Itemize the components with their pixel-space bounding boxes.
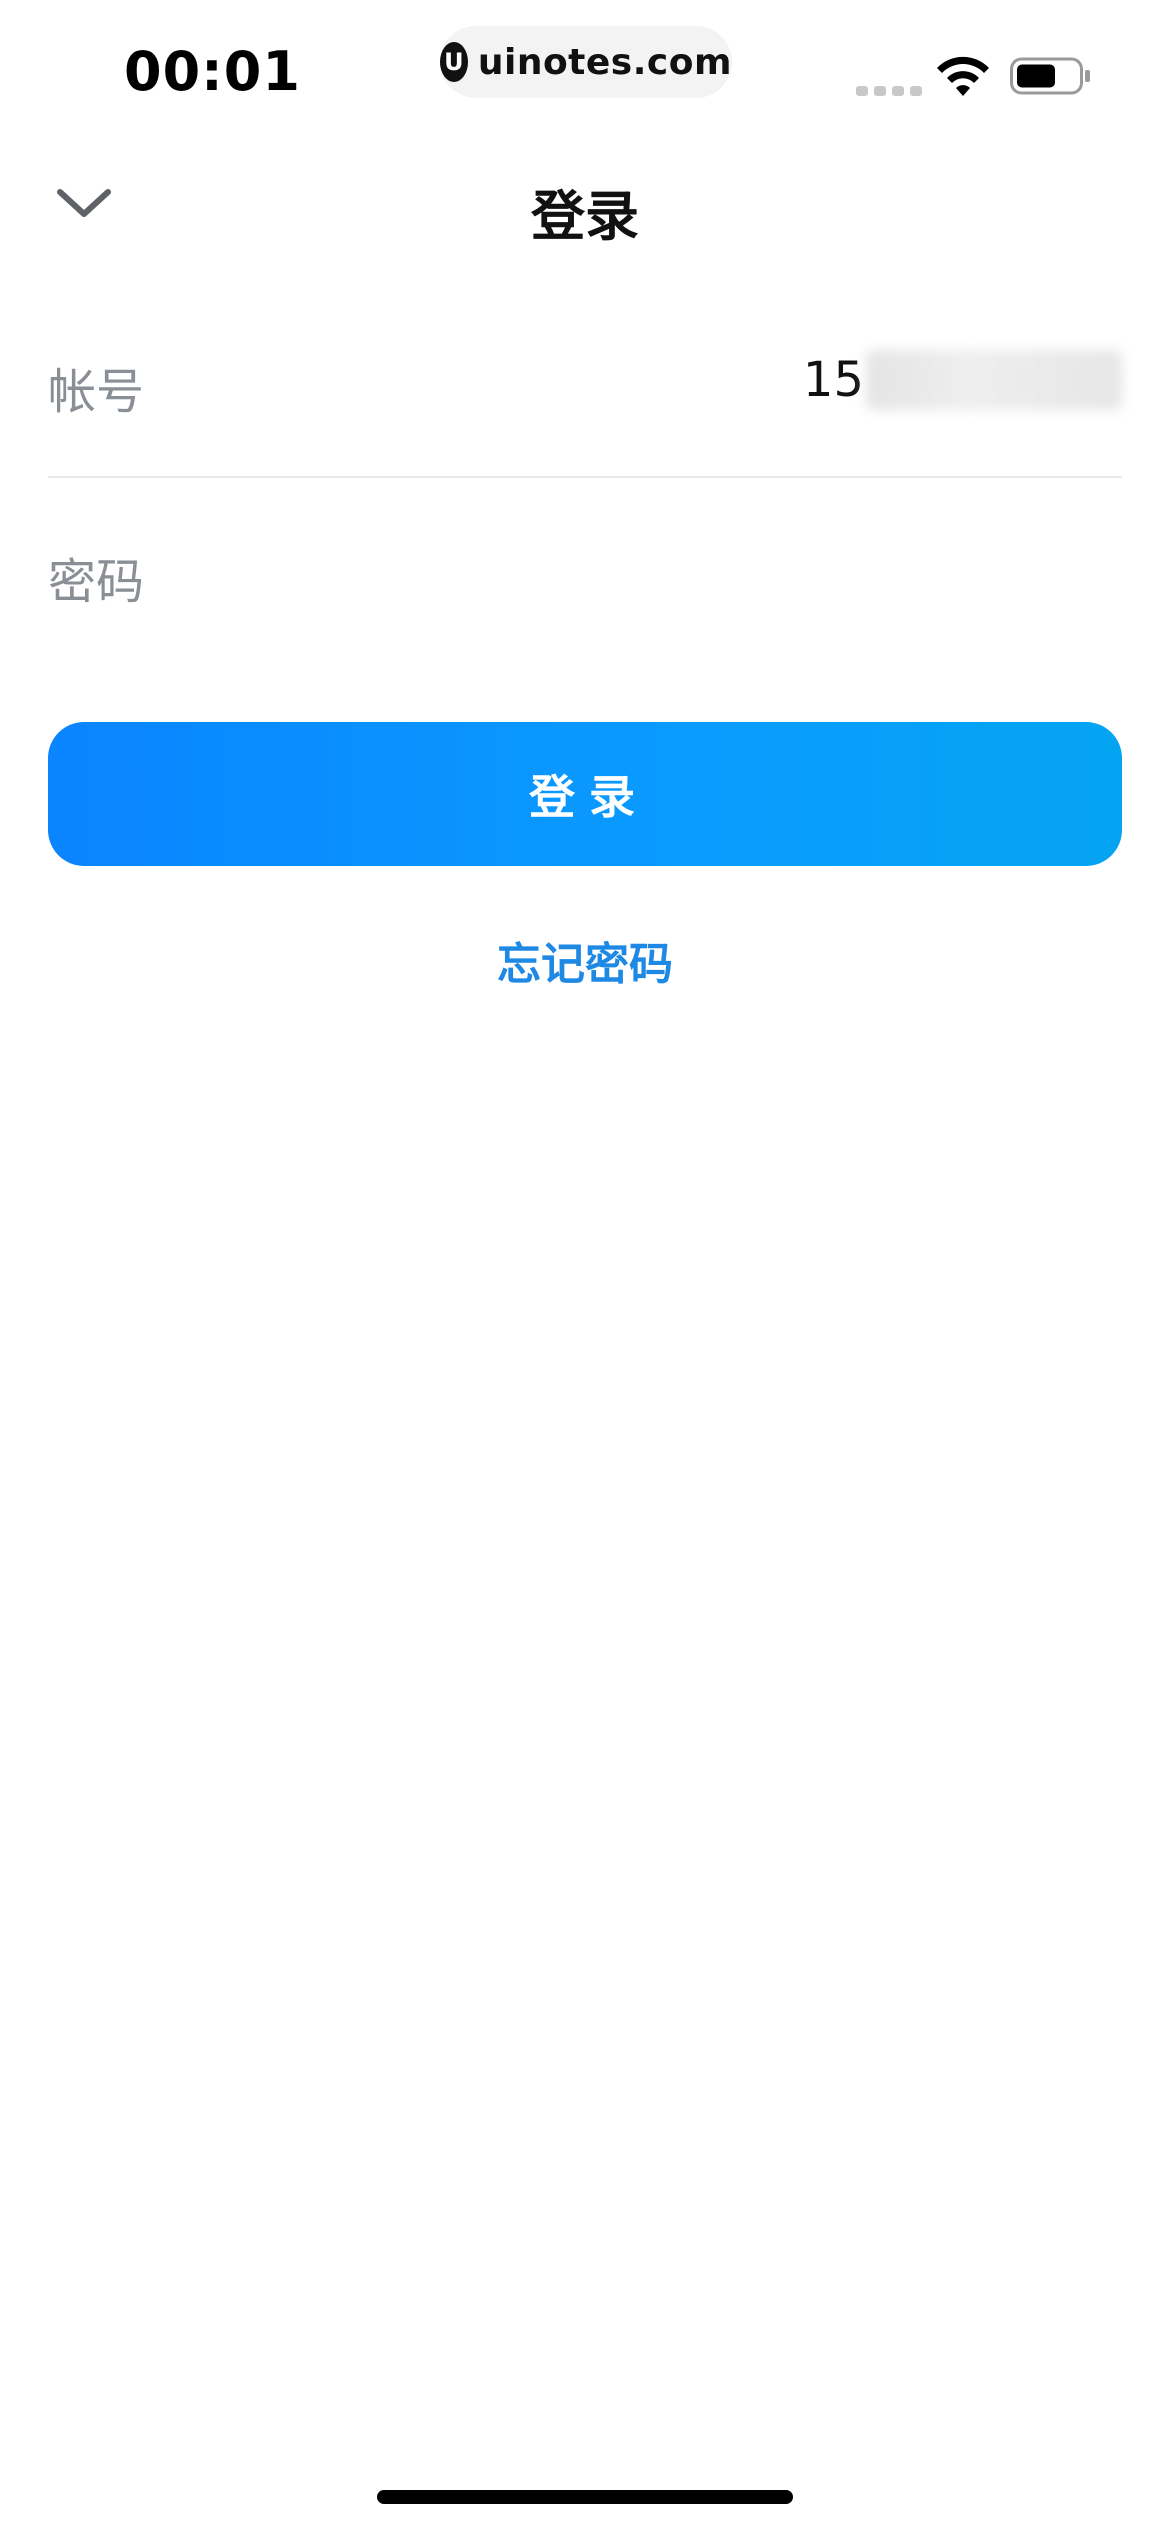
home-indicator[interactable] [377,2490,793,2504]
site-logo-icon: U [440,42,468,82]
account-label: 帐号 [48,364,145,420]
page-title: 登录 [531,185,639,248]
account-value-redacted [866,350,1122,410]
account-value: 15 [802,352,864,408]
login-button[interactable]: 登录 [48,722,1122,866]
account-input[interactable]: 15 [803,346,1122,414]
url-pill[interactable]: U uinotes.com [440,26,732,98]
field-divider [48,476,1122,478]
wifi-icon [937,56,989,96]
signal-icon [856,86,922,96]
battery-icon [1010,57,1090,95]
password-label: 密码 [48,554,145,610]
url-text: uinotes.com [477,41,732,83]
forgot-password-link[interactable]: 忘记密码 [0,928,1170,992]
password-input[interactable] [200,536,1126,610]
status-time: 00:01 [124,40,301,103]
